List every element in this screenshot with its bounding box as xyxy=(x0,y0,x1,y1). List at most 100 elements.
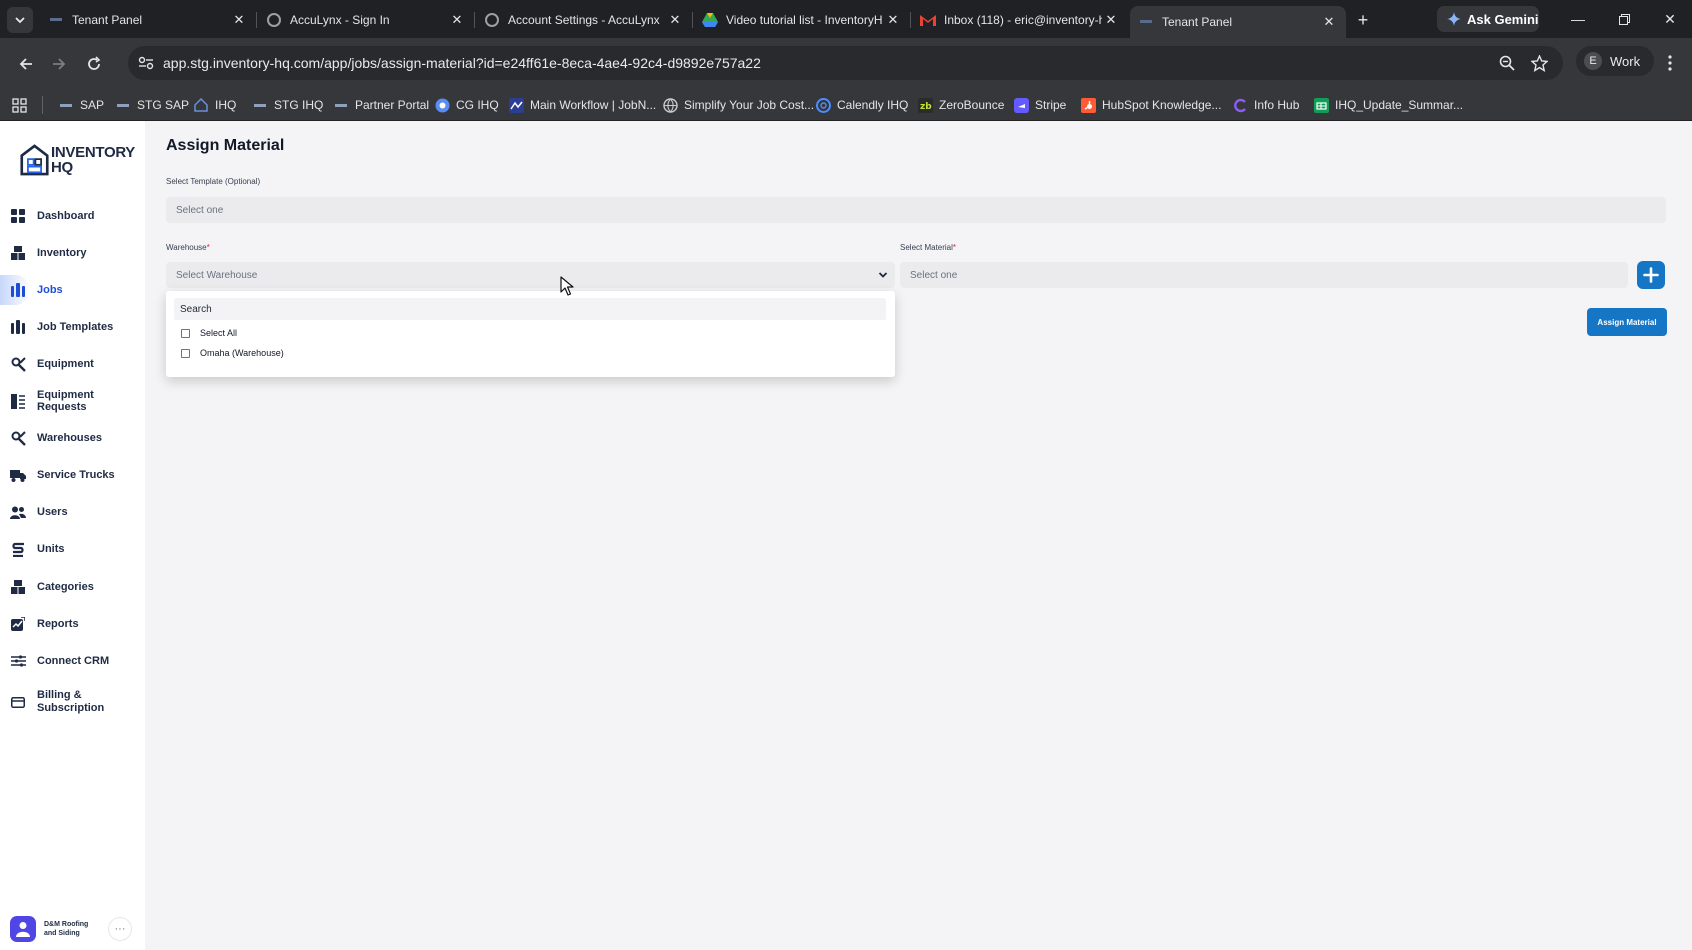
sidebar-item-reports[interactable]: Reports xyxy=(0,609,145,639)
ihq-favicon-icon xyxy=(115,97,131,113)
bookmark-cg-ihq[interactable]: CG IHQ xyxy=(434,95,499,115)
profile-button[interactable]: E Work xyxy=(1576,46,1654,76)
bookmark-hubspot[interactable]: HubSpot Knowledge... xyxy=(1080,95,1221,115)
close-icon[interactable]: ✕ xyxy=(884,11,902,29)
tab-gmail-inbox[interactable]: Inbox (118) - eric@inventory-h ✕ xyxy=(920,6,1120,34)
bookmark-label: SAP xyxy=(80,98,105,112)
checkbox[interactable] xyxy=(181,328,190,338)
bookmark-ihq[interactable]: IHQ xyxy=(193,95,236,115)
option-omaha-warehouse[interactable]: Omaha (Warehouse) xyxy=(181,345,284,361)
ask-gemini-label: Ask Gemini xyxy=(1467,11,1539,27)
ihq-favicon-icon xyxy=(58,97,74,113)
bookmarks-divider xyxy=(42,96,43,114)
required-mark: * xyxy=(952,243,957,252)
sidebar-item-units[interactable]: Units xyxy=(0,534,145,564)
templates-icon xyxy=(10,319,26,335)
close-icon[interactable]: ✕ xyxy=(666,11,684,29)
sidebar-item-connect-crm[interactable]: Connect CRM xyxy=(0,646,145,676)
tab-account-settings[interactable]: Account Settings - AccuLynx ✕ xyxy=(484,6,684,34)
tab-search-button[interactable] xyxy=(7,7,33,33)
tab-acculynx-sign-in[interactable]: AccuLynx - Sign In ✕ xyxy=(266,6,466,34)
template-label: Select Template (Optional) xyxy=(166,177,260,186)
bookmark-star-icon[interactable] xyxy=(1529,53,1549,73)
sidebar-item-job-templates[interactable]: Job Templates xyxy=(0,312,145,342)
bookmark-stripe[interactable]: Stripe xyxy=(1013,95,1066,115)
inventory-hq-logo[interactable]: INVENTORY HQ xyxy=(20,140,135,180)
calendly-icon xyxy=(815,97,831,113)
sidebar-item-label: Inventory xyxy=(37,247,87,259)
url-text[interactable]: app.stg.inventory-hq.com/app/jobs/assign… xyxy=(163,55,761,71)
sidebar-item-users[interactable]: Users xyxy=(0,497,145,527)
sheets-icon xyxy=(1313,97,1329,113)
sidebar-item-billing[interactable]: Billing & Subscription xyxy=(0,684,145,720)
chevron-down-icon xyxy=(877,269,889,281)
site-settings-icon[interactable] xyxy=(136,53,156,73)
close-icon[interactable]: ✕ xyxy=(1320,13,1338,31)
sidebar-item-label: Users xyxy=(37,506,68,518)
new-tab-button[interactable]: + xyxy=(1352,9,1374,31)
checkbox[interactable] xyxy=(181,348,190,358)
back-arrow-icon[interactable] xyxy=(14,52,38,76)
sidebar-item-label: Warehouses xyxy=(37,432,103,444)
tab-tenant-panel-1[interactable]: Tenant Panel ✕ xyxy=(48,6,248,34)
sidebar-item-equipment[interactable]: Equipment xyxy=(0,349,145,379)
material-select[interactable]: Select one xyxy=(900,262,1628,288)
restore-icon[interactable] xyxy=(1612,8,1636,30)
sidebar-item-warehouses[interactable]: Warehouses xyxy=(0,423,145,453)
globe-icon xyxy=(662,97,678,113)
address-bar[interactable]: app.stg.inventory-hq.com/app/jobs/assign… xyxy=(128,46,1563,80)
browser-menu-icon[interactable] xyxy=(1660,52,1680,74)
template-label-text: Select Template (Optional) xyxy=(166,177,261,186)
sidebar-item-label: Equipment xyxy=(37,358,94,370)
bookmarks-bar: SAP STG SAP IHQ STG IHQ Partner Portal C… xyxy=(0,88,1692,121)
bookmark-label: Calendly IHQ xyxy=(837,98,909,112)
apps-grid-icon[interactable] xyxy=(12,95,27,115)
bookmark-ihq-update-summary[interactable]: IHQ_Update_Summar... xyxy=(1313,95,1463,115)
warehouse-search-input[interactable]: Search xyxy=(174,298,886,320)
close-icon[interactable]: ✕ xyxy=(1102,11,1120,29)
tab-tenant-panel-active[interactable]: Tenant Panel ✕ xyxy=(1130,6,1346,38)
sidebar-item-service-trucks[interactable]: Service Trucks xyxy=(0,460,145,490)
bookmark-info-hub[interactable]: Info Hub xyxy=(1232,95,1299,115)
bookmark-partner-portal[interactable]: Partner Portal xyxy=(333,95,429,115)
add-material-button[interactable] xyxy=(1637,261,1665,289)
bookmark-main-workflow[interactable]: Main Workflow | JobN... xyxy=(508,95,656,115)
forward-arrow-icon[interactable] xyxy=(47,52,71,76)
hubspot-icon xyxy=(1080,97,1096,113)
bookmark-simplify-job-cost[interactable]: Simplify Your Job Cost... xyxy=(662,95,814,115)
tenant-switcher[interactable]: D&M Roofing and Siding ··· xyxy=(10,914,135,944)
window-close-icon[interactable]: ✕ xyxy=(1658,8,1682,30)
sidebar-item-inventory[interactable]: Inventory xyxy=(0,238,145,268)
bookmark-calendly[interactable]: Calendly IHQ xyxy=(815,95,908,115)
warehouse-select[interactable]: Select Warehouse xyxy=(166,262,895,288)
ask-gemini-button[interactable]: Ask Gemini xyxy=(1437,6,1539,32)
cg-logo-icon xyxy=(434,97,450,113)
ihq-favicon-icon xyxy=(333,97,349,113)
reload-icon[interactable] xyxy=(82,52,106,76)
sidebar-item-equipment-requests[interactable]: Equipment Requests xyxy=(0,386,145,416)
browser-tab-bar: Tenant Panel ✕ AccuLynx - Sign In ✕ Acco… xyxy=(0,0,1692,38)
sidebar-item-dashboard[interactable]: Dashboard xyxy=(0,201,145,231)
assign-material-button[interactable]: Assign Material xyxy=(1587,308,1667,336)
tab-video-tutorial[interactable]: Video tutorial list - InventoryH ✕ xyxy=(702,6,902,34)
close-icon[interactable]: ✕ xyxy=(448,11,466,29)
infohub-icon xyxy=(1232,97,1248,113)
bookmark-stg-sap[interactable]: STG SAP xyxy=(115,95,189,115)
option-select-all[interactable]: Select All xyxy=(181,325,237,341)
bookmark-stg-ihq[interactable]: STG IHQ xyxy=(252,95,323,115)
close-icon[interactable]: ✕ xyxy=(230,11,248,29)
template-select[interactable]: Select one xyxy=(166,197,1666,223)
units-icon xyxy=(10,541,26,557)
tenant-more-button[interactable]: ··· xyxy=(108,917,132,941)
sidebar-item-label: Units xyxy=(37,543,65,555)
bookmark-sap[interactable]: SAP xyxy=(58,95,104,115)
bookmark-label: Info Hub xyxy=(1254,98,1300,112)
zoom-icon[interactable] xyxy=(1497,53,1517,73)
gmail-icon xyxy=(920,12,936,28)
minimize-icon[interactable]: — xyxy=(1566,8,1590,30)
option-label: Omaha (Warehouse) xyxy=(200,348,284,358)
bookmark-zerobounce[interactable]: zb ZeroBounce xyxy=(917,95,1004,115)
chevron-down-icon xyxy=(15,17,25,24)
sidebar-item-categories[interactable]: Categories xyxy=(0,572,145,602)
sidebar-item-jobs[interactable]: Jobs xyxy=(0,275,145,305)
